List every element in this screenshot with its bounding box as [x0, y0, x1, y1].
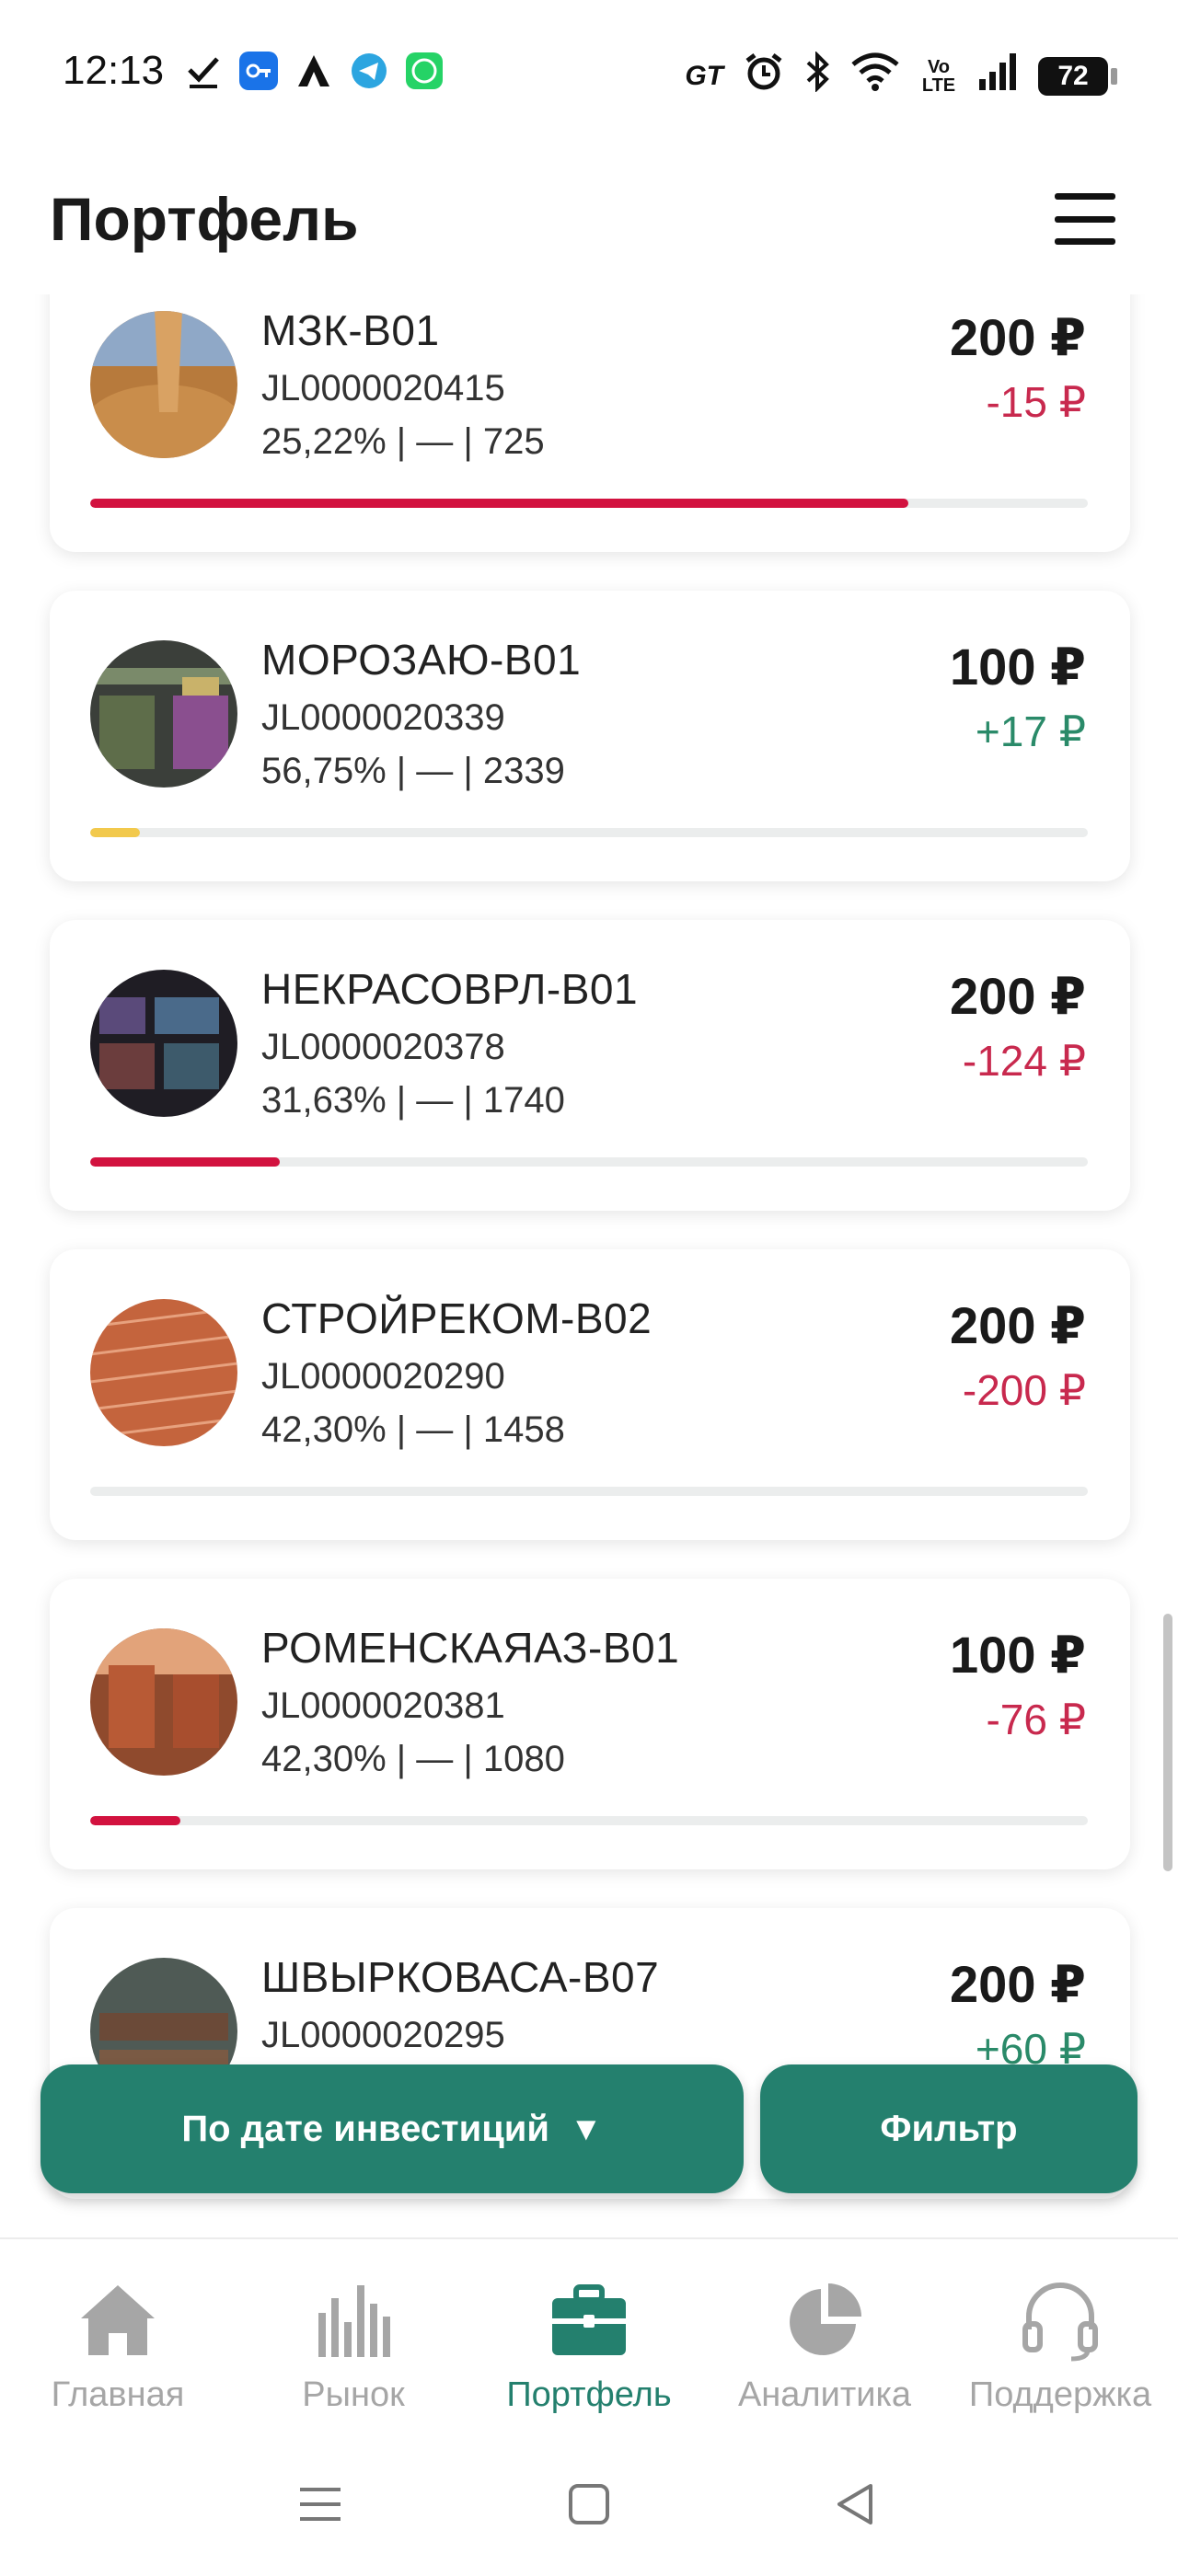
nav-item-analytics[interactable]: Аналитика [707, 2239, 942, 2440]
card-code: JL0000020378 [261, 1027, 505, 1067]
card-amount: 100 ₽ [950, 638, 1086, 696]
portfolio-list[interactable]: МЗК-В01 JL0000020415 25,22% | — | 725 20… [0, 294, 1178, 2236]
key-icon [239, 52, 278, 90]
volte-icon: Vo LTE [921, 56, 956, 96]
card-amount: 200 ₽ [950, 967, 1086, 1025]
alarm-icon [744, 52, 784, 100]
nav-label: Поддержка [968, 2375, 1152, 2414]
card-meta: 31,63% | — | 1740 [261, 1080, 565, 1121]
signal-icon [977, 52, 1018, 100]
card-title: МЗК-В01 [261, 306, 440, 354]
menu-icon[interactable] [293, 2477, 348, 2532]
card-title: НЕКРАСОВРЛ-В01 [261, 965, 639, 1013]
bar-chart-icon [318, 2285, 390, 2357]
card-title: РОМЕНСКАЯАЗ-В01 [261, 1624, 680, 1672]
progress-fill [90, 828, 141, 837]
card-amount: 100 ₽ [950, 1626, 1086, 1684]
store-thumbnail [90, 640, 237, 788]
investment-card[interactable]: НЕКРАСОВРЛ-В01 JL0000020378 31,63% | — |… [50, 920, 1130, 1211]
page-title: Портфель [50, 185, 359, 253]
nav-item-portfolio[interactable]: Портфель [471, 2239, 707, 2440]
progress-fill [90, 499, 908, 508]
whatsapp-icon [405, 52, 444, 90]
caret-down-icon: ▼ [569, 2110, 603, 2147]
card-meta: 56,75% | — | 2339 [261, 751, 565, 791]
bluetooth-icon [804, 51, 830, 100]
grain-thumbnail [90, 311, 237, 458]
card-amount: 200 ₽ [950, 308, 1086, 366]
app-a-icon [294, 52, 333, 90]
card-amount: 200 ₽ [950, 1955, 1086, 2013]
briefcase-icon [552, 2284, 626, 2355]
shop-thumbnail [90, 970, 237, 1117]
card-delta: -124 ₽ [962, 1037, 1086, 1085]
battery-indicator: 72 [1038, 56, 1117, 96]
notification-icons [184, 52, 444, 90]
nav-item-support[interactable]: Поддержка [942, 2239, 1178, 2440]
investment-card[interactable]: СТРОЙРЕКОМ-В02 JL0000020290 42,30% | — |… [50, 1249, 1130, 1540]
nav-label: Аналитика [737, 2375, 912, 2414]
card-code: JL0000020381 [261, 1685, 505, 1726]
card-progress-bar [90, 499, 1088, 508]
scrollbar-thumb[interactable] [1163, 1614, 1172, 1871]
card-meta: 42,30% | — | 1080 [261, 1739, 565, 1779]
card-code: JL0000020415 [261, 368, 505, 408]
card-delta: +17 ₽ [975, 707, 1086, 755]
card-amount: 200 ₽ [950, 1296, 1086, 1354]
card-meta: 42,30% | — | 1458 [261, 1409, 565, 1450]
nav-label: Главная [51, 2375, 185, 2414]
card-title: МОРОЗАЮ-В01 [261, 636, 582, 684]
wifi-icon [850, 52, 900, 100]
menu-bar [1055, 193, 1115, 200]
card-meta: 25,22% | — | 725 [261, 421, 545, 462]
pie-chart-icon [790, 2283, 861, 2355]
nav-label: Портфель [506, 2375, 672, 2414]
nav-label: Рынок [302, 2375, 405, 2414]
home-square-icon[interactable] [561, 2477, 617, 2532]
investment-card[interactable]: МЗК-В01 JL0000020415 25,22% | — | 725 20… [50, 294, 1130, 552]
card-progress-bar [90, 828, 1088, 837]
filter-label: Фильтр [880, 2108, 1018, 2149]
investment-card[interactable]: МОРОЗАЮ-В01 JL0000020339 56,75% | — | 23… [50, 591, 1130, 881]
home-icon [81, 2285, 155, 2355]
system-status-icons: GT Vo LTE 72 [685, 51, 1117, 100]
telegram-icon [350, 52, 388, 90]
sort-by-date-button[interactable]: По дате инвестиций ▼ [40, 2064, 744, 2193]
card-progress-bar [90, 1487, 1088, 1496]
system-navigation-bar [0, 2440, 1178, 2576]
card-progress-bar [90, 1816, 1088, 1825]
menu-bar [1055, 238, 1115, 245]
blocks-thumbnail [90, 1628, 237, 1776]
progress-fill [90, 1816, 180, 1825]
filter-button[interactable]: Фильтр [760, 2064, 1138, 2193]
card-delta: -15 ₽ [986, 378, 1086, 426]
sort-label: По дате инвестиций [181, 2108, 549, 2149]
card-title: СТРОЙРЕКОМ-В02 [261, 1294, 653, 1342]
card-code: JL0000020295 [261, 2015, 505, 2055]
card-title: ШВЫРКОВАСА-В07 [261, 1953, 660, 2001]
investment-card[interactable]: РОМЕНСКАЯАЗ-В01 JL0000020381 42,30% | — … [50, 1579, 1130, 1869]
card-code: JL0000020290 [261, 1356, 505, 1397]
card-progress-bar [90, 1157, 1088, 1167]
status-time: 12:13 [63, 48, 165, 93]
check-icon [184, 52, 223, 90]
gt-icon: GT [685, 60, 723, 91]
nav-item-market[interactable]: Рынок [236, 2239, 471, 2440]
menu-bar [1055, 215, 1115, 223]
headset-icon [1022, 2283, 1098, 2362]
status-bar: 12:13 GT Vo LTE 72 [0, 0, 1178, 147]
hamburger-menu-button[interactable] [1055, 193, 1115, 245]
bottom-navigation: Главная Рынок Портфель Аналитика Поддерж… [0, 2237, 1178, 2440]
back-icon[interactable] [828, 2477, 884, 2532]
card-code: JL0000020339 [261, 697, 505, 738]
card-delta: -200 ₽ [962, 1366, 1086, 1414]
progress-fill [90, 1157, 280, 1167]
bricks-thumbnail [90, 1299, 237, 1446]
nav-item-home[interactable]: Главная [0, 2239, 236, 2440]
card-delta: -76 ₽ [986, 1696, 1086, 1743]
app-header: Портфель [0, 147, 1178, 294]
